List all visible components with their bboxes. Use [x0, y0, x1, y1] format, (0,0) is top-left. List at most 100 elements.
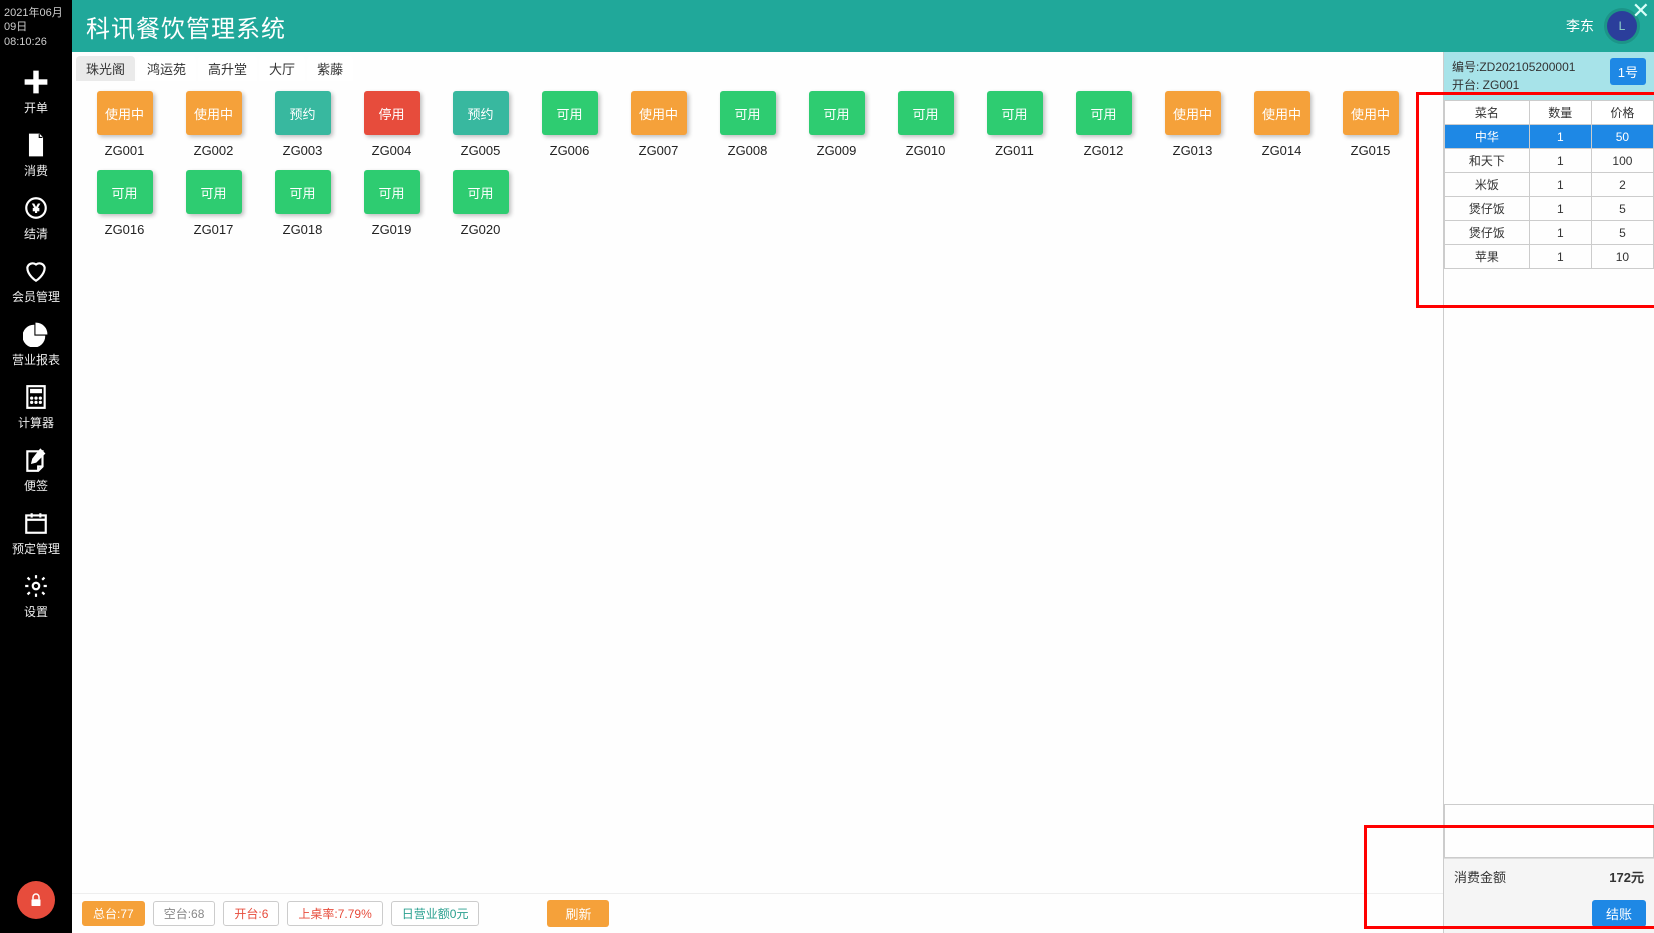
table-ZG019[interactable]: 可用 ZG019	[347, 170, 436, 237]
nav-consume[interactable]: 消费	[0, 122, 72, 185]
table-ZG016[interactable]: 可用 ZG016	[80, 170, 169, 237]
nav-reserve[interactable]: 预定管理	[0, 500, 72, 563]
table-ZG018[interactable]: 可用 ZG018	[258, 170, 347, 237]
table-ZG011[interactable]: 可用ZG011	[970, 91, 1059, 158]
stat-rate: 上桌率:7.79%	[287, 901, 382, 926]
order-cell: 中华	[1445, 125, 1530, 149]
table-status-box[interactable]: 预约	[453, 91, 509, 135]
lock-button[interactable]	[17, 881, 55, 919]
table-status-box[interactable]: 使用中	[1254, 91, 1310, 135]
avatar-initial: L	[1619, 19, 1626, 33]
table-ZG012[interactable]: 可用 ZG012	[1059, 91, 1148, 158]
nav-settings[interactable]: 设置	[0, 563, 72, 626]
table-ZG014[interactable]: 使用中 ZG014	[1237, 91, 1326, 158]
order-col-header: 数量	[1529, 101, 1591, 125]
table-ZG003[interactable]: 预约ZG003	[258, 91, 347, 158]
header-user: 李东 L	[1566, 8, 1640, 44]
username: 李东	[1566, 16, 1594, 36]
stat-total: 总台:77	[82, 901, 145, 926]
table-ZG015[interactable]: 使用中ZG015	[1326, 91, 1415, 158]
order-col-header: 价格	[1591, 101, 1653, 125]
table-status-box[interactable]: 停用	[364, 91, 420, 135]
table-ZG005[interactable]: 预约ZG005	[436, 91, 525, 158]
refresh-button[interactable]: 刷新	[547, 900, 609, 927]
table-ZG017[interactable]: 可用ZG017	[169, 170, 258, 237]
table-ZG008[interactable]: 可用ZG008	[703, 91, 792, 158]
nav-open-order[interactable]: 开单	[0, 59, 72, 122]
nav-report[interactable]: 营业报表	[0, 311, 72, 374]
order-panel: 编号:ZD202105200001 开台: ZG001 1号 菜名数量价格 中华…	[1444, 52, 1654, 933]
table-status-box[interactable]: 可用	[97, 170, 153, 214]
table-status-box[interactable]: 使用中	[97, 91, 153, 135]
order-cell: 2	[1591, 173, 1653, 197]
table-id-label: ZG016	[105, 222, 145, 237]
order-cell: 1	[1529, 173, 1591, 197]
table-status-box[interactable]: 可用	[720, 91, 776, 135]
nav-member[interactable]: 会员管理	[0, 248, 72, 311]
table-ZG001[interactable]: 使用中ZG001	[80, 91, 169, 158]
table-status-box[interactable]: 预约	[275, 91, 331, 135]
table-id-label: ZG012	[1084, 143, 1124, 158]
table-ZG006[interactable]: 可用ZG006	[525, 91, 614, 158]
table-status-box[interactable]: 使用中	[186, 91, 242, 135]
close-icon[interactable]: ✕	[1632, 0, 1650, 24]
nav-note[interactable]: 便签	[0, 437, 72, 500]
order-cell: 和天下	[1445, 149, 1530, 173]
order-table: 开台: ZG001	[1452, 76, 1575, 94]
tab-0[interactable]: 珠光阁	[76, 56, 135, 81]
nav-label: 消费	[24, 162, 48, 179]
footer-stats: 总台:77 空台:68 开台:6 上桌率:7.79% 日营业额0元 刷新	[72, 893, 1443, 933]
tab-3[interactable]: 大厅	[259, 56, 305, 81]
table-status-box[interactable]: 使用中	[631, 91, 687, 135]
nav-calculator[interactable]: 计算器	[0, 374, 72, 437]
tab-2[interactable]: 高升堂	[198, 56, 257, 81]
lock-icon	[27, 891, 45, 909]
table-id-label: ZG004	[372, 143, 412, 158]
nav-settle[interactable]: ¥ 结清	[0, 185, 72, 248]
order-row[interactable]: 米饭12	[1445, 173, 1654, 197]
table-id-label: ZG018	[283, 222, 323, 237]
table-status-box[interactable]: 可用	[275, 170, 331, 214]
order-row[interactable]: 煲仔饭15	[1445, 197, 1654, 221]
order-row[interactable]: 苹果110	[1445, 245, 1654, 269]
table-ZG007[interactable]: 使用中ZG007	[614, 91, 703, 158]
calculator-icon	[23, 384, 49, 410]
order-row[interactable]: 中华150	[1445, 125, 1654, 149]
table-status-box[interactable]: 可用	[542, 91, 598, 135]
tab-1[interactable]: 鸿运苑	[137, 56, 196, 81]
nav-label: 计算器	[18, 414, 54, 431]
table-id-label: ZG019	[372, 222, 412, 237]
order-row[interactable]: 煲仔饭15	[1445, 221, 1654, 245]
table-ZG004[interactable]: 停用 ZG004	[347, 91, 436, 158]
total-value: 172元	[1609, 867, 1644, 886]
order-cell: 1	[1529, 245, 1591, 269]
table-id-label: ZG002	[194, 143, 234, 158]
table-status-box[interactable]: 可用	[809, 91, 865, 135]
table-ZG020[interactable]: 可用ZG020	[436, 170, 525, 237]
order-cell: 煲仔饭	[1445, 221, 1530, 245]
order-cell: 米饭	[1445, 173, 1530, 197]
order-row[interactable]: 和天下1100	[1445, 149, 1654, 173]
stat-revenue: 日营业额0元	[391, 901, 480, 926]
table-id-label: ZG010	[906, 143, 946, 158]
order-cell: 1	[1529, 149, 1591, 173]
table-status-box[interactable]: 使用中	[1165, 91, 1221, 135]
table-id-label: ZG014	[1262, 143, 1302, 158]
table-status-box[interactable]: 使用中	[1343, 91, 1399, 135]
table-status-box[interactable]: 可用	[898, 91, 954, 135]
table-ZG010[interactable]: 可用 ZG010	[881, 91, 970, 158]
table-status-box[interactable]: 可用	[186, 170, 242, 214]
nav-label: 预定管理	[12, 540, 60, 557]
tab-4[interactable]: 紫藤	[307, 56, 353, 81]
table-status-box[interactable]: 可用	[987, 91, 1043, 135]
table-status-box[interactable]: 可用	[453, 170, 509, 214]
area-tabs: 珠光阁鸿运苑高升堂大厅紫藤	[72, 52, 1443, 81]
order-note-area[interactable]	[1444, 804, 1654, 858]
nav-label: 设置	[24, 603, 48, 620]
table-status-box[interactable]: 可用	[364, 170, 420, 214]
table-status-box[interactable]: 可用	[1076, 91, 1132, 135]
checkout-button[interactable]: 结账	[1592, 900, 1646, 927]
table-ZG009[interactable]: 可用ZG009	[792, 91, 881, 158]
table-ZG013[interactable]: 使用中ZG013	[1148, 91, 1237, 158]
table-ZG002[interactable]: 使用中 ZG002	[169, 91, 258, 158]
